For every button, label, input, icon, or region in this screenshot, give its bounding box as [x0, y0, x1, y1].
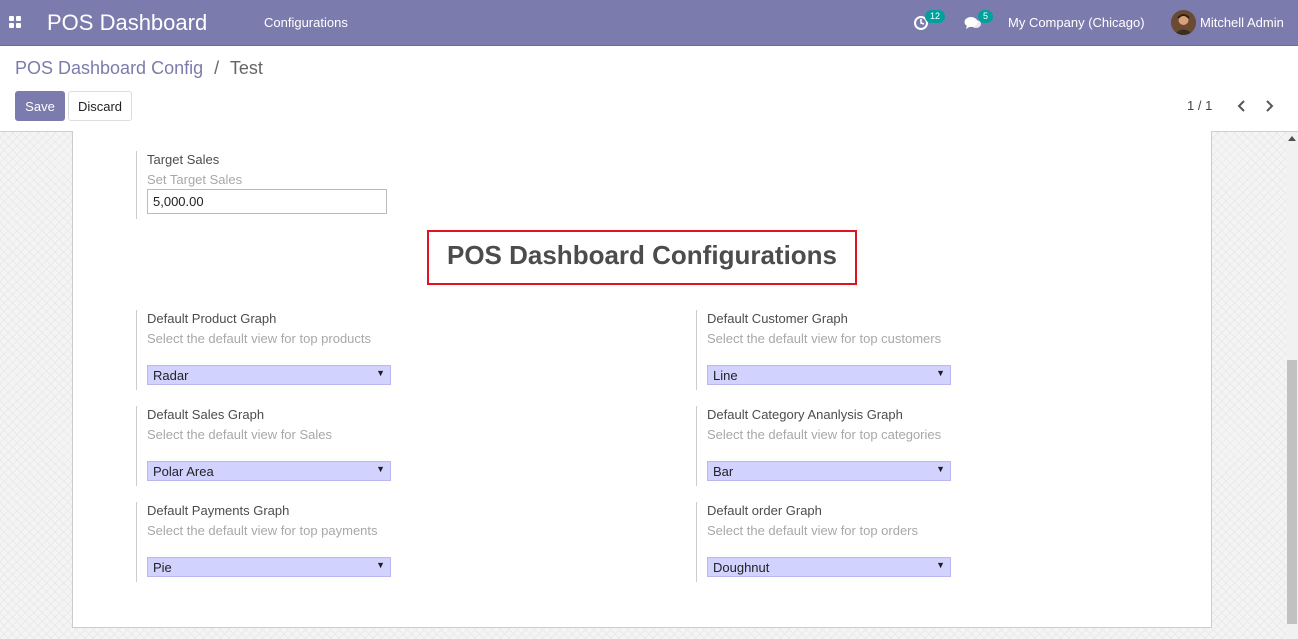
customer-graph-select[interactable]: Line ▼	[707, 365, 951, 385]
order-graph-value: Doughnut	[713, 560, 770, 575]
user-avatar[interactable]	[1171, 10, 1196, 35]
menu-configurations[interactable]: Configurations	[264, 15, 348, 30]
app-title: POS Dashboard	[47, 10, 208, 35]
sales-graph-label: Default Sales Graph	[147, 407, 265, 422]
breadcrumb-separator: /	[214, 58, 220, 78]
category-graph-value: Bar	[713, 464, 734, 479]
breadcrumb-parent[interactable]: POS Dashboard Config	[15, 58, 203, 78]
caret-down-icon: ▼	[376, 464, 385, 474]
order-graph-help: Select the default view for top orders	[707, 523, 919, 538]
target-sales-input[interactable]: 5,000.00	[147, 189, 387, 214]
form-sheet: Target Sales Set Target Sales 5,000.00 P…	[72, 131, 1212, 628]
sales-graph-value: Polar Area	[153, 464, 214, 479]
payments-graph-value: Pie	[153, 560, 172, 575]
chevron-left-icon	[1237, 100, 1245, 112]
messages-count-badge: 5	[978, 10, 994, 23]
scrollbar-thumb[interactable]	[1287, 360, 1297, 624]
target-sales-label: Target Sales	[147, 152, 220, 167]
order-graph-label: Default order Graph	[707, 503, 822, 518]
target-sales-help: Set Target Sales	[147, 172, 243, 187]
section-title: POS Dashboard Configurations	[427, 230, 857, 285]
pager-value[interactable]: 1 / 1	[1187, 98, 1212, 113]
caret-down-icon: ▼	[936, 464, 945, 474]
activity-count-badge: 12	[925, 10, 946, 23]
product-graph-label: Default Product Graph	[147, 311, 277, 326]
scroll-up-arrow-icon[interactable]	[1288, 136, 1296, 141]
payments-graph-label: Default Payments Graph	[147, 503, 290, 518]
top-navbar: POS Dashboard Configurations 12 5 My Com…	[0, 0, 1298, 46]
vertical-scrollbar[interactable]	[1286, 132, 1298, 639]
caret-down-icon: ▼	[936, 560, 945, 570]
chevron-right-icon	[1266, 100, 1274, 112]
breadcrumb: POS Dashboard Config / Test	[15, 58, 263, 79]
product-graph-value: Radar	[153, 368, 189, 383]
caret-down-icon: ▼	[936, 368, 945, 378]
customer-graph-label: Default Customer Graph	[707, 311, 848, 326]
customer-graph-help: Select the default view for top customer…	[707, 331, 942, 346]
caret-down-icon: ▼	[376, 560, 385, 570]
form-view-background: Target Sales Set Target Sales 5,000.00 P…	[0, 131, 1298, 639]
breadcrumb-current: Test	[229, 58, 263, 78]
discard-button[interactable]: Discard	[68, 91, 132, 121]
customer-graph-value: Line	[713, 368, 738, 383]
company-switcher[interactable]: My Company (Chicago)	[1008, 15, 1145, 30]
category-graph-select[interactable]: Bar ▼	[707, 461, 951, 481]
save-button[interactable]: Save	[15, 91, 65, 121]
pager-next-button[interactable]	[1261, 97, 1277, 115]
category-graph-help: Select the default view for top categori…	[707, 427, 942, 442]
pager-previous-button[interactable]	[1234, 97, 1250, 115]
payments-graph-help: Select the default view for top payments	[147, 523, 378, 538]
order-graph-select[interactable]: Doughnut ▼	[707, 557, 951, 577]
sales-graph-select[interactable]: Polar Area ▼	[147, 461, 391, 481]
product-graph-help: Select the default view for top products	[147, 331, 372, 346]
caret-down-icon: ▼	[376, 368, 385, 378]
product-graph-select[interactable]: Radar ▼	[147, 365, 391, 385]
payments-graph-select[interactable]: Pie ▼	[147, 557, 391, 577]
category-graph-label: Default Category Ananlysis Graph	[707, 407, 903, 422]
apps-menu-icon[interactable]	[9, 16, 21, 28]
user-menu[interactable]: Mitchell Admin	[1200, 15, 1284, 30]
sales-graph-help: Select the default view for Sales	[147, 427, 332, 442]
